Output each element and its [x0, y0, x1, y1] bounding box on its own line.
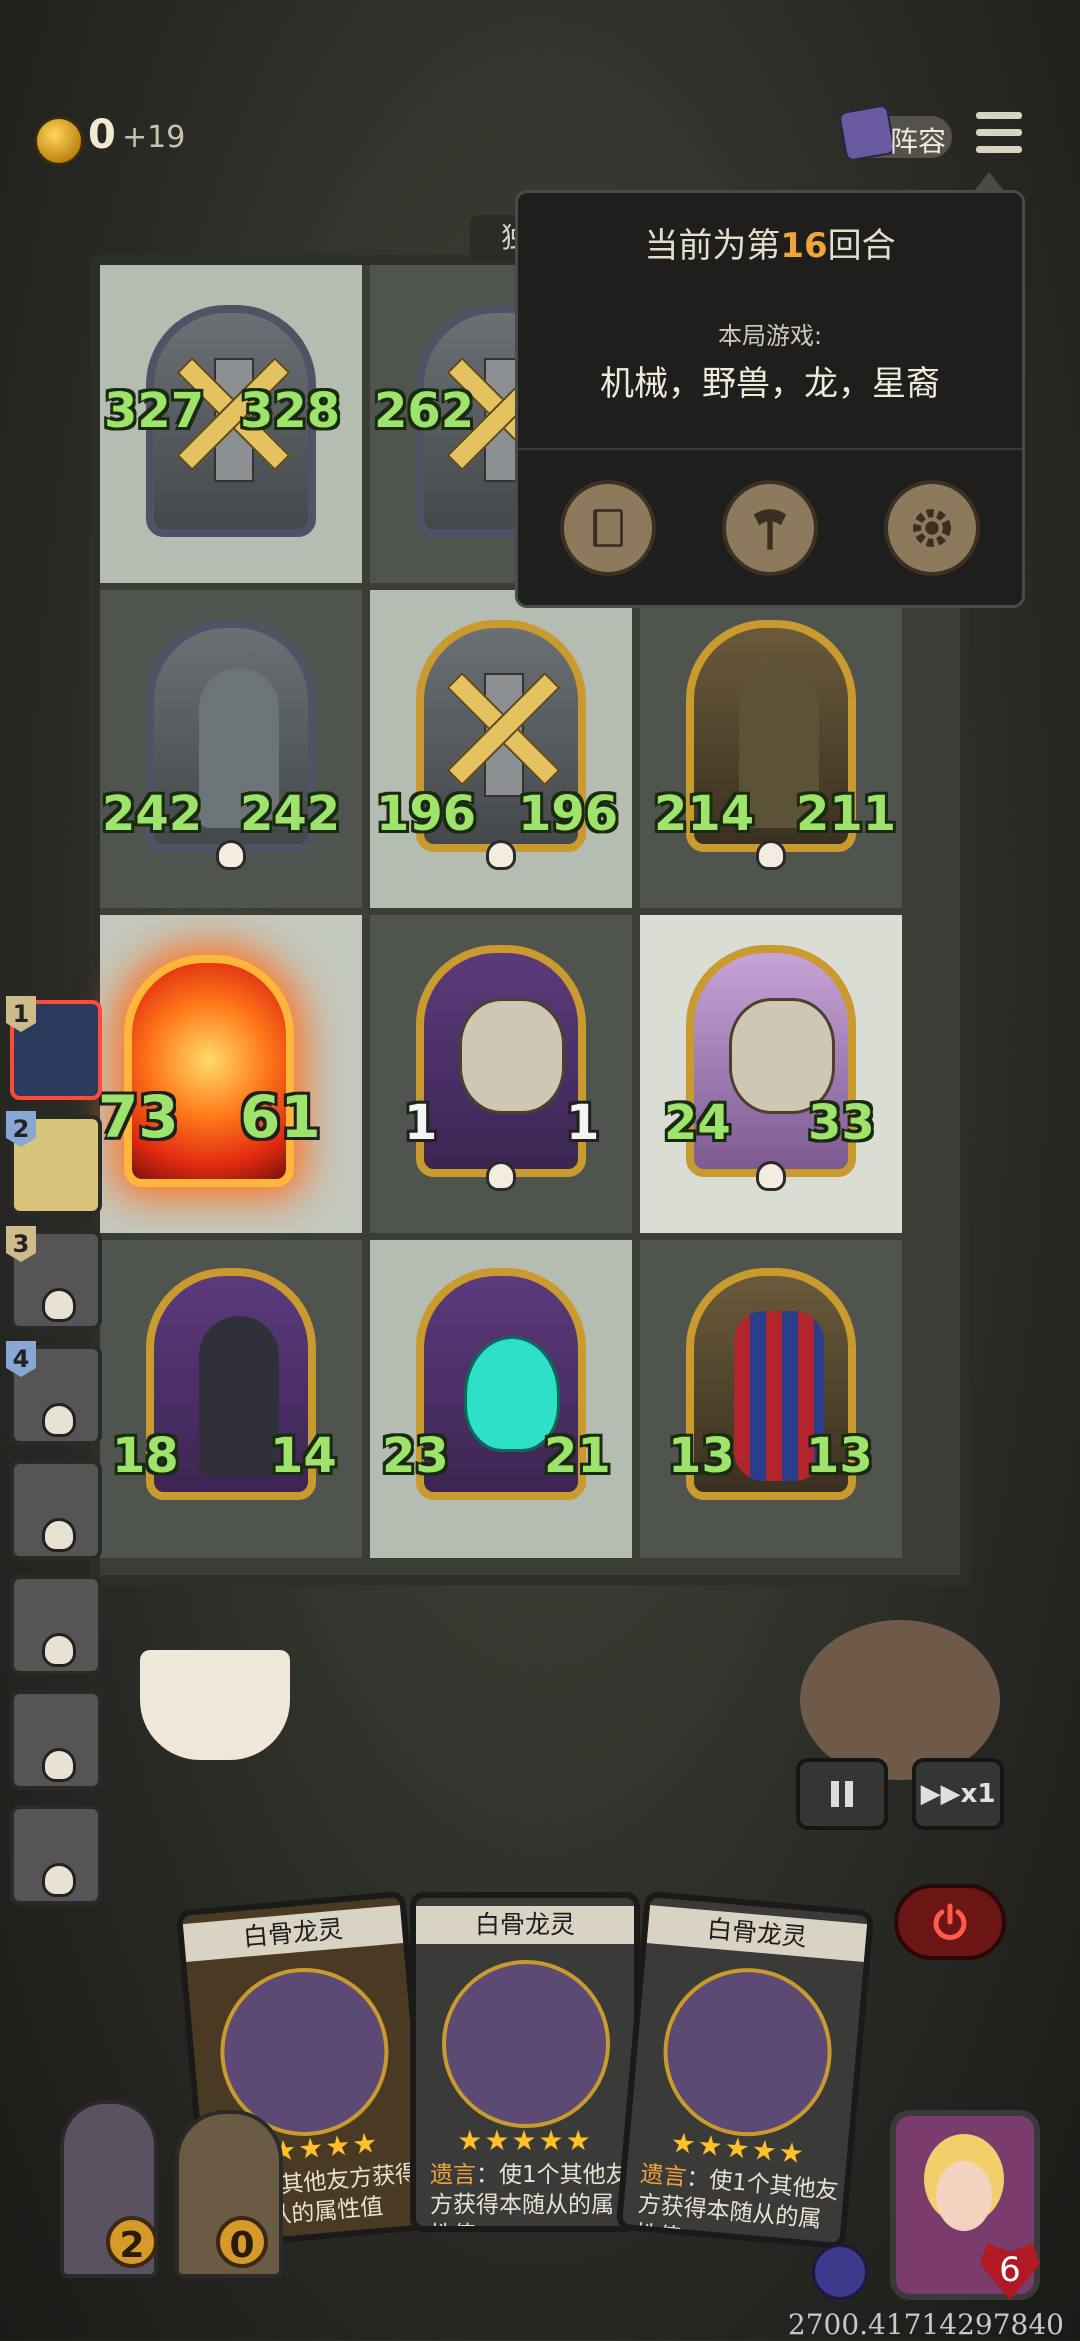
shop-count-b: 0	[216, 2216, 268, 2268]
fire-unit[interactable]	[124, 955, 294, 1187]
gold-income: +19	[122, 120, 186, 155]
reaper-art	[199, 1316, 279, 1476]
board-cell[interactable]: 214 211	[640, 590, 902, 908]
unit-attack: 327	[104, 383, 205, 439]
tribes-list: 机械，野兽，龙，星裔	[600, 364, 940, 404]
skull-icon	[42, 1633, 76, 1667]
unit-attack: 196	[376, 786, 477, 842]
popup-pointer	[975, 172, 1003, 190]
card-description: 遗言：使1个其他友方获得本随从的属性值	[634, 2161, 840, 2250]
unit-health: 14	[270, 1428, 337, 1484]
debug-readout: 2700.41714297840	[787, 2308, 1064, 2341]
card-name: 白骨龙灵	[182, 1905, 404, 1962]
axe-icon	[753, 509, 787, 550]
board-cell[interactable]: 1 1	[370, 915, 632, 1233]
unit-attack: 262	[374, 383, 475, 439]
unit-health: 211	[796, 786, 897, 842]
board-cell[interactable]: 23 21	[370, 1240, 632, 1558]
card-name: 白骨龙灵	[416, 1906, 634, 1944]
book-icon	[838, 104, 896, 162]
board-cell[interactable]: 196 196	[370, 590, 632, 908]
pause-icon	[831, 1781, 853, 1807]
unit-health: 13	[806, 1428, 873, 1484]
tools-button[interactable]	[722, 480, 818, 576]
board-cell[interactable]: 24 33	[640, 915, 902, 1233]
unit-attack: 18	[112, 1428, 179, 1484]
board-cell[interactable]: 73 61	[98, 915, 362, 1233]
skull-icon	[42, 1748, 76, 1782]
bone-dragon-unit[interactable]	[416, 945, 586, 1177]
unit-attack: 1	[404, 1095, 438, 1151]
unit-health: 196	[518, 786, 619, 842]
card-portrait	[442, 1960, 610, 2128]
pig-merchant	[800, 1620, 1000, 1780]
popup-divider	[518, 448, 1022, 450]
hero-slot[interactable]	[10, 1575, 102, 1675]
player-face	[936, 2161, 992, 2231]
surrender-button[interactable]	[894, 1884, 1006, 1960]
board-cell[interactable]: 13 13	[640, 1240, 902, 1558]
hero-rank: 3	[6, 1226, 36, 1262]
unit-attack: 24	[664, 1095, 731, 1151]
hero-slot[interactable]: 3	[6, 1226, 102, 1330]
board-cell[interactable]: 242 242	[100, 590, 362, 908]
hero-rank: 1	[6, 996, 36, 1032]
unit-attack: 214	[654, 786, 755, 842]
skull-icon	[756, 840, 786, 870]
teacup-decor	[140, 1650, 290, 1760]
codex-button[interactable]	[560, 480, 656, 576]
card-stars: ★★★★★	[457, 2124, 593, 2157]
bone-dragon-art	[459, 998, 565, 1114]
skull-icon	[42, 1863, 76, 1897]
unit-health: 242	[240, 786, 341, 842]
unit-health: 61	[240, 1083, 321, 1151]
hand-card[interactable]: 白骨龙灵 ★★★★★ 遗言：使1个其他友方获得本随从的属性值	[410, 1892, 640, 2232]
skull-icon	[486, 1161, 516, 1191]
unit-attack: 73	[98, 1083, 179, 1151]
hero-slot[interactable]: 4	[6, 1341, 102, 1445]
skull-icon	[216, 840, 246, 870]
hero-slot[interactable]	[10, 1805, 102, 1905]
skull-icon	[42, 1518, 76, 1552]
hero-slot[interactable]	[10, 1690, 102, 1790]
unit-attack: 13	[668, 1428, 735, 1484]
board-cell[interactable]: 18 14	[100, 1240, 362, 1558]
round-number: 16	[780, 226, 828, 266]
hero-rank: 4	[6, 1341, 36, 1377]
unit-health: 21	[544, 1428, 611, 1484]
hand-card[interactable]: 白骨龙灵 ★★★★★ 遗言：使1个其他友方获得本随从的属性值	[615, 1890, 875, 2250]
round-info: 当前为第16回合	[644, 226, 896, 266]
menu-button[interactable]	[976, 112, 1024, 160]
skull-icon	[486, 840, 516, 870]
gold-coin-icon	[34, 116, 84, 166]
unit-health: 328	[240, 383, 341, 439]
settings-button[interactable]	[884, 480, 980, 576]
hero-slot[interactable]: 1	[6, 996, 102, 1100]
speed-button[interactable]: ▶▶x1	[912, 1758, 1004, 1830]
skull-icon	[756, 1161, 786, 1191]
shop-count-a: 2	[106, 2216, 158, 2268]
armor-shield-icon	[812, 2244, 868, 2300]
power-icon	[933, 1903, 967, 1940]
unit-attack: 23	[382, 1428, 449, 1484]
skull-icon	[42, 1288, 76, 1322]
unit-attack: 242	[102, 786, 203, 842]
shop-stack[interactable]: 2 0	[40, 2100, 300, 2290]
book-icon	[593, 509, 623, 547]
tribes-title: 本局游戏:	[717, 322, 823, 350]
skull-icon	[42, 1403, 76, 1437]
card-name: 白骨龙灵	[646, 1905, 868, 1962]
lineup-label: 阵容	[890, 125, 947, 158]
hero-rank: 2	[6, 1111, 36, 1147]
unit-health: 1	[566, 1095, 600, 1151]
card-portrait	[656, 1961, 839, 2144]
hero-slot[interactable]	[10, 1460, 102, 1560]
unit-health: 33	[808, 1095, 875, 1151]
board-cell[interactable]: 327 328	[100, 265, 362, 583]
hero-slot[interactable]: 2	[6, 1111, 102, 1215]
gear-icon	[913, 509, 951, 547]
pause-button[interactable]	[796, 1758, 888, 1830]
gold-amount: 0	[88, 112, 116, 158]
card-description: 遗言：使1个其他友方获得本随从的属性值	[430, 2162, 629, 2226]
